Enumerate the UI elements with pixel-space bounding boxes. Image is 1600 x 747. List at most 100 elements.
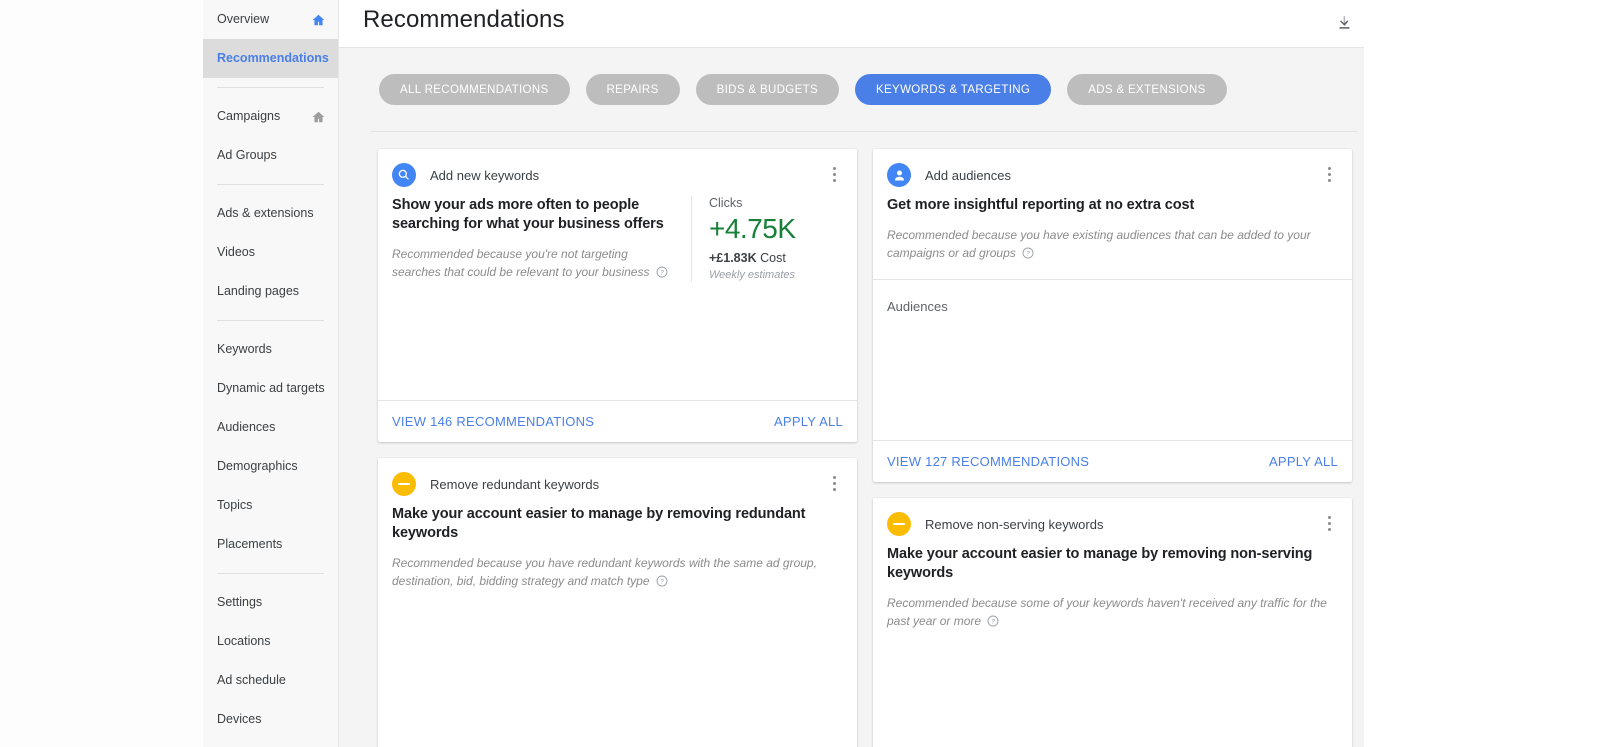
help-icon[interactable]: ? — [656, 575, 668, 587]
card-reason: Recommended because you have existing au… — [887, 226, 1338, 262]
sidebar-item-landing-pages[interactable]: Landing pages — [203, 272, 338, 311]
card-main: Get more insightful reporting at no extr… — [887, 196, 1338, 263]
card-reason: Recommended because you're not targeting… — [392, 245, 677, 281]
card-kind-label: Add audiences — [925, 167, 1012, 183]
chip-repairs[interactable]: REPAIRS — [585, 74, 680, 105]
cards-column-right: Add audiences Get more insightful report… — [873, 149, 1352, 747]
home-icon — [312, 111, 325, 122]
sidebar-item-settings[interactable]: Settings — [203, 583, 338, 622]
audiences-section-label: Audiences — [887, 298, 948, 314]
download-icon — [1339, 15, 1349, 29]
sidebar-item-label: Ads & extensions — [217, 205, 314, 220]
card-add-audiences: Add audiences Get more insightful report… — [873, 149, 1352, 482]
chip-all-recommendations[interactable]: ALL RECOMMENDATIONS — [379, 74, 570, 105]
metric-note: Weekly estimates — [709, 269, 795, 281]
sidebar-divider — [217, 320, 324, 321]
app-root: Overview Recommendations Campaigns Ad Gr… — [0, 0, 1600, 747]
sidebar-item-label: Dynamic ad targets — [217, 380, 325, 395]
sidebar-divider — [217, 573, 324, 574]
sidebar-divider — [217, 184, 324, 185]
card-main: Make your account easier to manage by re… — [887, 545, 1338, 631]
card-body: Get more insightful reporting at no extr… — [873, 187, 1352, 263]
sidebar-item-label: Videos — [217, 244, 255, 259]
sidebar-item-label: Demographics — [217, 458, 298, 473]
metric-value: +4.75K — [709, 213, 796, 244]
card-header: Remove redundant keywords — [378, 458, 857, 496]
card-main: Make your account easier to manage by re… — [392, 505, 843, 591]
card-overflow-menu-button[interactable] — [823, 471, 845, 495]
card-remove-redundant-keywords: Remove redundant keywords Make your acco… — [378, 458, 857, 747]
card-overflow-menu-button[interactable] — [1318, 162, 1340, 186]
sidebar-item-label: Audiences — [217, 419, 276, 434]
sidebar-item-ad-groups[interactable]: Ad Groups — [203, 136, 338, 175]
card-title: Show your ads more often to people searc… — [392, 197, 664, 233]
card-kind-label: Remove redundant keywords — [430, 476, 600, 492]
sidebar-item-label: Topics — [217, 497, 253, 512]
card-main: Show your ads more often to people searc… — [392, 196, 677, 282]
view-recommendations-link[interactable]: VIEW 127 RECOMMENDATIONS — [887, 454, 1089, 469]
search-icon — [392, 163, 416, 187]
chip-ads-extensions[interactable]: ADS & EXTENSIONS — [1067, 74, 1227, 105]
card-add-new-keywords: Add new keywords Show your ads more ofte… — [378, 149, 857, 442]
sidebar-item-devices[interactable]: Devices — [203, 700, 338, 739]
card-header: Remove non-serving keywords — [873, 498, 1352, 536]
card-header: Add new keywords — [378, 149, 857, 187]
sidebar-item-dynamic-ad-targets[interactable]: Dynamic ad targets — [203, 369, 338, 408]
svg-text:?: ? — [1026, 252, 1030, 258]
card-spacer — [378, 591, 857, 747]
sidebar-item-locations[interactable]: Locations — [203, 622, 338, 661]
card-spacer — [378, 282, 857, 400]
card-overflow-menu-button[interactable] — [823, 162, 845, 186]
sidebar-item-demographics[interactable]: Demographics — [203, 447, 338, 486]
sidebar-item-label: Campaigns — [217, 108, 281, 123]
sidebar-item-label: Devices — [217, 711, 262, 726]
help-icon[interactable]: ? — [656, 266, 668, 278]
metric-secondary-label: Cost — [760, 251, 786, 265]
sidebar-item-audiences[interactable]: Audiences — [203, 408, 338, 447]
filter-chip-bar: ALL RECOMMENDATIONS REPAIRS BIDS & BUDGE… — [339, 48, 1364, 132]
left-gutter — [0, 0, 203, 747]
sidebar-item-keywords[interactable]: Keywords — [203, 330, 338, 369]
view-recommendations-link[interactable]: VIEW 146 RECOMMENDATIONS — [392, 414, 594, 429]
card-reason-text: Recommended because you have existing au… — [887, 228, 1311, 261]
sidebar-item-campaigns[interactable]: Campaigns — [203, 97, 338, 136]
cards-column-left: Add new keywords Show your ads more ofte… — [378, 149, 857, 747]
card-overflow-menu-button[interactable] — [1318, 511, 1340, 535]
svg-text:?: ? — [992, 620, 996, 626]
download-button[interactable] — [1330, 8, 1358, 36]
minus-circle-icon — [392, 472, 416, 496]
apply-all-link[interactable]: APPLY ALL — [1269, 454, 1338, 469]
chip-keywords-targeting[interactable]: KEYWORDS & TARGETING — [855, 74, 1052, 105]
card-title: Make your account easier to manage by re… — [887, 546, 1313, 582]
card-spacer — [873, 314, 1352, 440]
card-reason-text: Recommended because you're not targeting… — [392, 247, 650, 280]
help-icon[interactable]: ? — [1022, 247, 1034, 259]
sidebar-item-label: Placements — [217, 536, 283, 551]
sidebar-item-videos[interactable]: Videos — [203, 233, 338, 272]
sidebar-item-label: Ad schedule — [217, 672, 286, 687]
sidebar-item-recommendations[interactable]: Recommendations — [203, 39, 338, 78]
card-remove-non-serving-keywords: Remove non-serving keywords Make your ac… — [873, 498, 1352, 747]
card-spacer — [873, 631, 1352, 747]
card-reason-text: Recommended because you have redundant k… — [392, 556, 817, 589]
sidebar-item-placements[interactable]: Placements — [203, 525, 338, 564]
svg-text:?: ? — [660, 580, 664, 586]
sidebar-divider — [217, 87, 324, 88]
metric-label: Clicks — [709, 196, 743, 210]
sidebar: Overview Recommendations Campaigns Ad Gr… — [203, 0, 339, 747]
sidebar-item-overview[interactable]: Overview — [203, 0, 338, 39]
sidebar-item-ad-schedule[interactable]: Ad schedule — [203, 661, 338, 700]
help-icon[interactable]: ? — [987, 615, 999, 627]
page-title: Recommendations — [363, 6, 565, 33]
card-reason: Recommended because you have redundant k… — [392, 554, 843, 590]
sidebar-item-ads-extensions[interactable]: Ads & extensions — [203, 194, 338, 233]
sidebar-item-topics[interactable]: Topics — [203, 486, 338, 525]
card-body: Show your ads more often to people searc… — [378, 187, 857, 282]
minus-circle-icon — [887, 512, 911, 536]
content-area: ALL RECOMMENDATIONS REPAIRS BIDS & BUDGE… — [339, 48, 1364, 747]
chip-bids-budgets[interactable]: BIDS & BUDGETS — [695, 74, 840, 105]
card-footer: VIEW 146 RECOMMENDATIONS APPLY ALL — [378, 400, 857, 442]
apply-all-link[interactable]: APPLY ALL — [774, 414, 843, 429]
card-reason: Recommended because some of your keyword… — [887, 594, 1338, 630]
sidebar-item-label: Keywords — [217, 341, 272, 356]
